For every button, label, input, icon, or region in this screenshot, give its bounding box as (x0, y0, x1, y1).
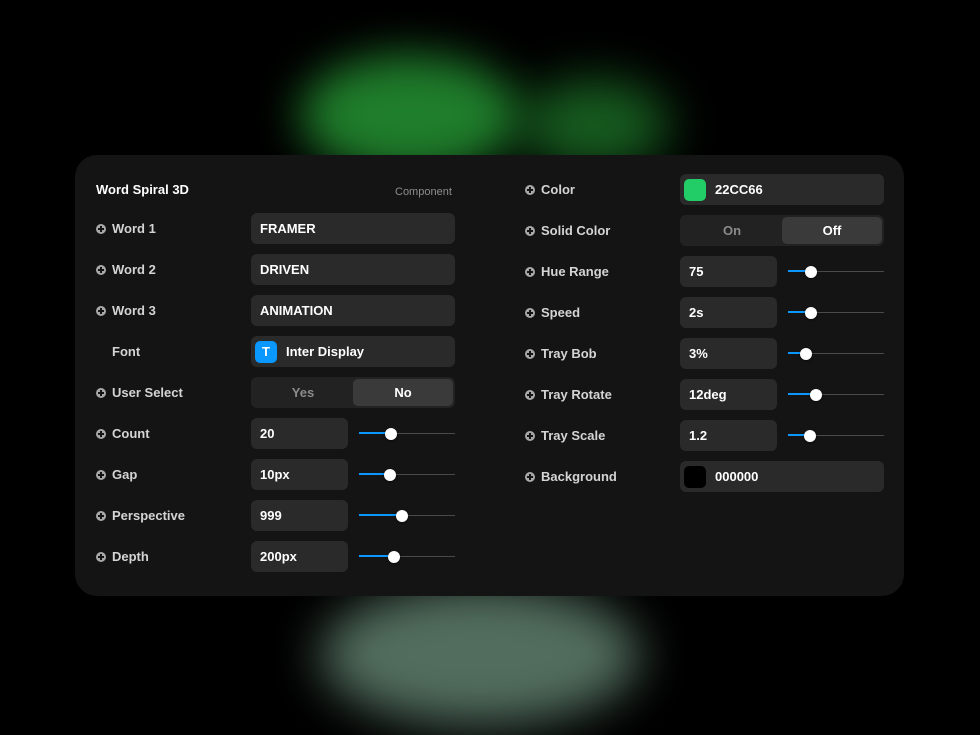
plus-icon[interactable] (525, 389, 535, 400)
perspective-label[interactable]: Perspective (96, 500, 185, 531)
tray-rotate-slider[interactable] (788, 379, 884, 410)
speed-input[interactable]: 2s (680, 297, 777, 328)
solid-color-on[interactable]: On (682, 217, 782, 244)
text-type-icon: T (255, 340, 277, 363)
font-label: Font (112, 344, 141, 359)
background-blur-mint (320, 585, 640, 725)
slider-thumb[interactable] (805, 307, 818, 319)
slider-thumb[interactable] (384, 428, 397, 440)
color-value: 22CC66 (715, 182, 763, 197)
speed-label[interactable]: Speed (525, 297, 580, 328)
tray-scale-label[interactable]: Tray Scale (525, 420, 605, 451)
hue-range-slider[interactable] (788, 256, 884, 287)
plus-icon[interactable] (96, 387, 106, 398)
plus-icon[interactable] (525, 348, 535, 359)
plus-icon[interactable] (96, 428, 106, 439)
plus-icon[interactable] (525, 225, 535, 236)
count-input[interactable]: 20 (251, 418, 348, 449)
plus-icon[interactable] (525, 266, 535, 277)
plus-icon[interactable] (96, 510, 106, 521)
plus-icon[interactable] (96, 264, 106, 275)
slider-thumb[interactable] (800, 348, 813, 360)
depth-label[interactable]: Depth (96, 541, 149, 572)
hue-range-input[interactable]: 75 (680, 256, 777, 287)
solid-color-off[interactable]: Off (782, 217, 882, 244)
font-picker[interactable]: T Inter Display (251, 336, 455, 367)
plus-icon[interactable] (525, 184, 535, 195)
slider-thumb[interactable] (805, 266, 818, 278)
word3-input[interactable]: ANIMATION (251, 295, 455, 326)
plus-icon[interactable] (525, 307, 535, 318)
slider-thumb[interactable] (809, 389, 822, 401)
tray-scale-slider[interactable] (788, 420, 884, 451)
background-color-picker[interactable]: 000000 (680, 461, 884, 492)
plus-icon[interactable] (96, 305, 106, 316)
panel-title: Word Spiral 3D (96, 182, 189, 197)
slider-thumb[interactable] (396, 510, 409, 522)
background-label[interactable]: Background (525, 461, 617, 492)
count-slider[interactable] (359, 418, 455, 449)
user-select-no[interactable]: No (353, 379, 453, 406)
plus-icon[interactable] (525, 471, 535, 482)
panel-subtitle: Component (395, 186, 452, 198)
plus-icon[interactable] (525, 430, 535, 441)
color-picker[interactable]: 22CC66 (680, 174, 884, 205)
speed-slider[interactable] (788, 297, 884, 328)
plus-icon[interactable] (96, 223, 106, 234)
solid-color-toggle[interactable]: On Off (680, 215, 884, 246)
word1-input[interactable]: FRAMER (251, 213, 455, 244)
perspective-slider[interactable] (359, 500, 455, 531)
tray-scale-input[interactable]: 1.2 (680, 420, 777, 451)
tray-rotate-label[interactable]: Tray Rotate (525, 379, 612, 410)
background-swatch[interactable] (684, 465, 706, 488)
depth-slider[interactable] (359, 541, 455, 572)
slider-thumb[interactable] (387, 551, 400, 563)
tray-bob-label[interactable]: Tray Bob (525, 338, 597, 369)
slider-thumb[interactable] (804, 430, 817, 442)
gap-slider[interactable] (359, 459, 455, 490)
color-swatch[interactable] (684, 178, 706, 201)
user-select-yes[interactable]: Yes (253, 379, 353, 406)
slider-thumb[interactable] (383, 469, 396, 481)
plus-icon[interactable] (96, 469, 106, 480)
user-select-toggle[interactable]: Yes No (251, 377, 455, 408)
word3-label[interactable]: Word 3 (96, 295, 156, 326)
tray-rotate-input[interactable]: 12deg (680, 379, 777, 410)
hue-range-label[interactable]: Hue Range (525, 256, 609, 287)
word1-label[interactable]: Word 1 (96, 213, 156, 244)
solid-color-label[interactable]: Solid Color (525, 215, 610, 246)
font-value: Inter Display (286, 344, 365, 359)
plus-icon[interactable] (96, 551, 106, 562)
depth-input[interactable]: 200px (251, 541, 348, 572)
tray-bob-slider[interactable] (788, 338, 884, 369)
properties-panel: Word Spiral 3D Component Word 1 FRAMER W… (75, 155, 904, 596)
word2-label[interactable]: Word 2 (96, 254, 156, 285)
word2-input[interactable]: DRIVEN (251, 254, 455, 285)
perspective-input[interactable]: 999 (251, 500, 348, 531)
gap-label[interactable]: Gap (96, 459, 137, 490)
user-select-label[interactable]: User Select (96, 377, 183, 408)
tray-bob-input[interactable]: 3% (680, 338, 777, 369)
count-label[interactable]: Count (96, 418, 150, 449)
gap-input[interactable]: 10px (251, 459, 348, 490)
color-label[interactable]: Color (525, 174, 575, 205)
background-value: 000000 (715, 469, 759, 484)
